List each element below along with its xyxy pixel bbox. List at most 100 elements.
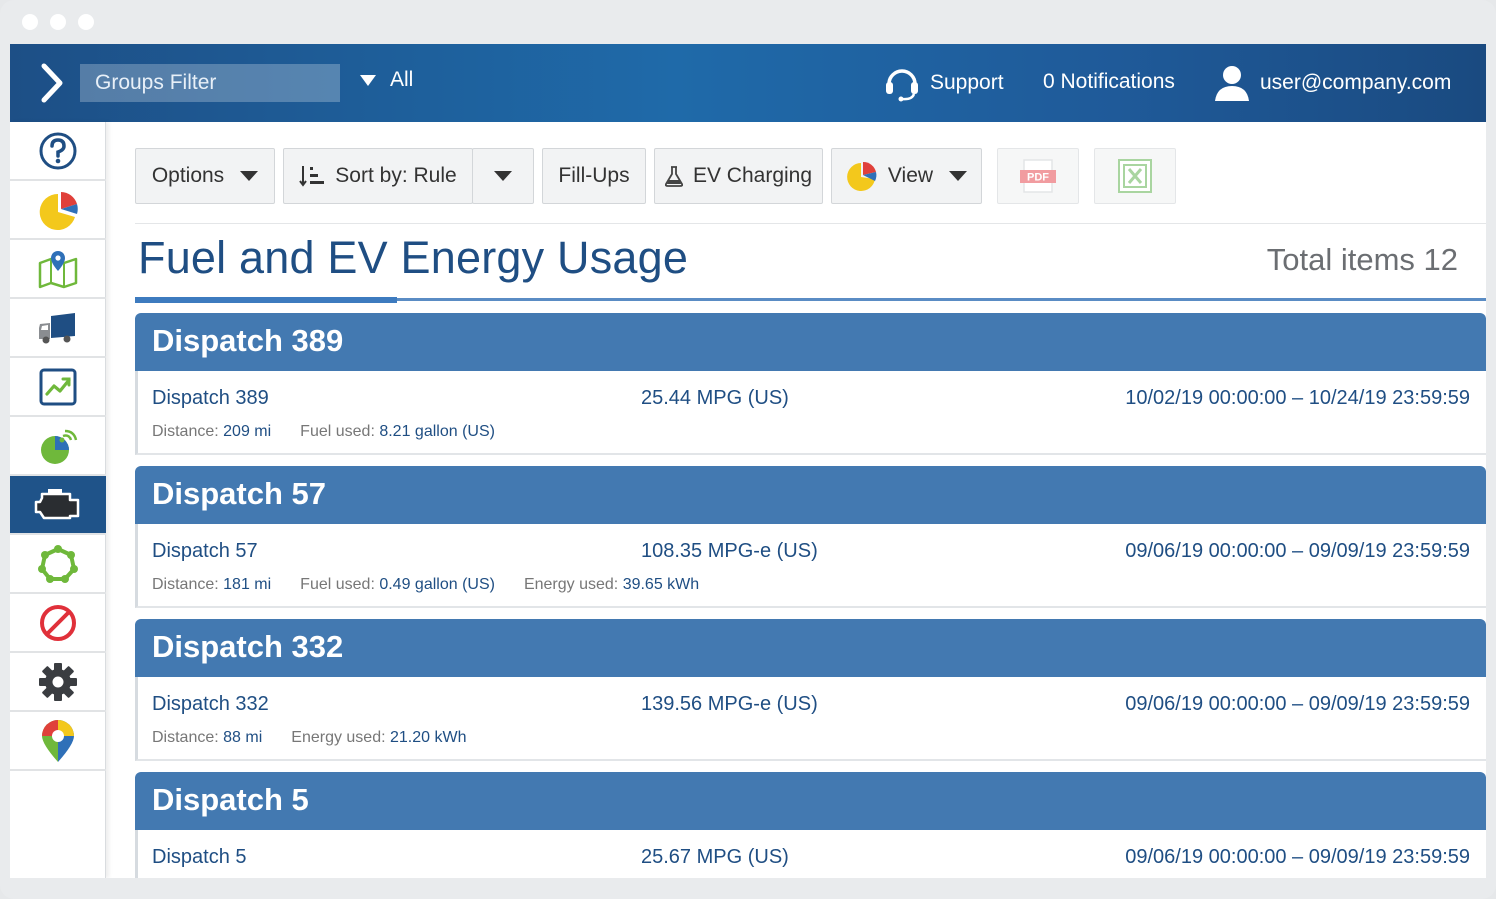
sort-button[interactable]: Sort by: Rule xyxy=(283,148,473,204)
group-header[interactable]: Dispatch 332 xyxy=(135,619,1486,677)
browser-window: All Support 0 Notifications user@comp xyxy=(0,0,1496,899)
window-dot-minimize[interactable] xyxy=(50,14,66,30)
user-email: user@company.com xyxy=(1260,71,1452,94)
total-items: Total items 12 xyxy=(1266,242,1458,277)
sort-label: Sort by: Rule xyxy=(335,164,457,187)
dispatch-group: Dispatch 57 Dispatch 57 108.35 MPG-e (US… xyxy=(135,466,1486,608)
sidebar-item-rules[interactable] xyxy=(10,594,106,653)
table-row[interactable]: Dispatch 5 25.67 MPG (US) 09/06/19 00:00… xyxy=(135,830,1486,878)
options-button[interactable]: Options xyxy=(135,148,275,204)
detail-energy-used: Energy used: 39.65 kWh xyxy=(523,576,700,593)
page-title: Fuel and EV Energy Usage xyxy=(138,232,689,283)
row-economy: 108.35 MPG-e (US) xyxy=(641,540,818,562)
help-icon xyxy=(39,132,77,169)
detail-fuel-used: Fuel used: 8.21 gallon (US) xyxy=(300,423,495,440)
window-controls xyxy=(22,14,94,30)
menu-chevron-icon[interactable] xyxy=(34,62,76,104)
fuel-engine-icon xyxy=(34,488,80,519)
activity-chart-icon xyxy=(39,368,77,405)
flask-icon xyxy=(664,166,683,187)
options-label: Options xyxy=(151,164,225,187)
view-pie-icon xyxy=(847,161,877,191)
sidebar-item-engine[interactable] xyxy=(10,417,106,476)
group-header[interactable]: Dispatch 389 xyxy=(135,313,1486,371)
dispatch-group: Dispatch 332 Dispatch 332 139.56 MPG-e (… xyxy=(135,619,1486,761)
detail-distance: Distance: 181 mi xyxy=(152,576,272,593)
row-vehicle-name[interactable]: Dispatch 5 xyxy=(152,846,247,869)
sidebar-nav xyxy=(10,122,106,878)
user-icon xyxy=(1215,66,1249,101)
row-date-range: 09/06/19 00:00:00 – 09/09/19 23:59:59 xyxy=(1125,540,1470,562)
pdf-file-icon: PDF xyxy=(1020,159,1056,193)
excel-file-icon xyxy=(1118,159,1152,193)
export-pdf-button[interactable]: PDF xyxy=(997,148,1079,204)
support-link[interactable]: Support xyxy=(884,64,1004,102)
dashboard-pie-icon xyxy=(39,191,78,230)
sidebar-item-activity[interactable] xyxy=(10,358,106,417)
map-icon xyxy=(38,250,78,288)
user-menu[interactable]: user@company.com xyxy=(1214,64,1451,102)
fillups-button[interactable]: Fill-Ups xyxy=(542,148,646,204)
sidebar-item-fuel[interactable] xyxy=(10,476,106,535)
table-row[interactable]: Dispatch 332 139.56 MPG-e (US) 09/06/19 … xyxy=(135,677,1486,761)
headset-icon xyxy=(886,69,918,102)
view-label: View xyxy=(887,164,934,187)
pdf-label: PDF xyxy=(1027,172,1049,184)
sidebar-item-vehicles[interactable] xyxy=(10,299,106,358)
window-dot-close[interactable] xyxy=(22,14,38,30)
detail-energy-used: Energy used: 21.20 kWh xyxy=(291,729,467,746)
support-label: Support xyxy=(930,71,1004,94)
export-excel-button[interactable] xyxy=(1094,148,1176,204)
groups-all-dropdown[interactable]: All xyxy=(360,68,413,92)
window-dot-maximize[interactable] xyxy=(78,14,94,30)
top-bar: All Support 0 Notifications user@comp xyxy=(10,44,1486,122)
dispatch-group: Dispatch 389 Dispatch 389 25.44 MPG (US)… xyxy=(135,313,1486,455)
table-row[interactable]: Dispatch 57 108.35 MPG-e (US) 09/06/19 0… xyxy=(135,524,1486,608)
chevron-down-icon xyxy=(360,74,376,86)
sidebar-item-marketplace[interactable] xyxy=(10,712,106,771)
group-header[interactable]: Dispatch 5 xyxy=(135,772,1486,830)
sort-dropdown-button[interactable] xyxy=(472,148,534,204)
settings-gear-icon xyxy=(39,662,77,701)
chevron-down-icon xyxy=(494,171,512,181)
title-underline-accent xyxy=(135,297,397,303)
detail-distance: Distance: 88 mi xyxy=(152,729,263,746)
row-date-range: 09/06/19 00:00:00 – 09/09/19 23:59:59 xyxy=(1125,693,1470,715)
sidebar-item-settings[interactable] xyxy=(10,653,106,712)
view-button[interactable]: View xyxy=(831,148,982,204)
chevron-down-icon xyxy=(949,171,968,181)
sort-icon xyxy=(299,166,325,187)
marketplace-pin-icon xyxy=(42,719,74,762)
toolbar-separator xyxy=(135,223,1486,224)
dispatch-group: Dispatch 5 Dispatch 5 25.67 MPG (US) 09/… xyxy=(135,772,1486,878)
chevron-down-icon xyxy=(240,171,259,181)
table-row[interactable]: Dispatch 389 25.44 MPG (US) 10/02/19 00:… xyxy=(135,371,1486,455)
row-economy: 25.67 MPG (US) xyxy=(641,846,789,868)
row-date-range: 09/06/19 00:00:00 – 09/09/19 23:59:59 xyxy=(1125,846,1470,868)
group-header[interactable]: Dispatch 57 xyxy=(135,466,1486,524)
row-details: Distance: 181 mi Fuel used: 0.49 gallon … xyxy=(152,576,699,594)
row-details: Distance: 88 mi Energy used: 21.20 kWh xyxy=(152,729,466,747)
ev-charging-label: EV Charging xyxy=(692,164,813,187)
row-economy: 25.44 MPG (US) xyxy=(641,387,789,409)
row-vehicle-name[interactable]: Dispatch 389 xyxy=(152,387,269,410)
ev-charging-button[interactable]: EV Charging xyxy=(654,148,823,204)
notifications-link[interactable]: 0 Notifications xyxy=(1043,70,1175,94)
app: All Support 0 Notifications user@comp xyxy=(10,44,1486,878)
engine-data-icon xyxy=(41,429,78,464)
row-economy: 139.56 MPG-e (US) xyxy=(641,693,818,715)
vehicles-truck-icon xyxy=(39,312,75,343)
sidebar-item-map[interactable] xyxy=(10,240,106,299)
sidebar-item-dashboard[interactable] xyxy=(10,181,106,240)
row-vehicle-name[interactable]: Dispatch 57 xyxy=(152,540,258,563)
row-details: Distance: 209 mi Fuel used: 8.21 gallon … xyxy=(152,423,495,441)
zones-icon xyxy=(38,544,78,583)
groups-all-label: All xyxy=(390,68,414,91)
groups-filter-input[interactable] xyxy=(80,64,340,102)
sidebar-item-zones[interactable] xyxy=(10,535,106,594)
row-vehicle-name[interactable]: Dispatch 332 xyxy=(152,693,269,716)
rules-exceptions-icon xyxy=(40,604,76,641)
row-date-range: 10/02/19 00:00:00 – 10/24/19 23:59:59 xyxy=(1125,387,1470,409)
sidebar-item-help[interactable] xyxy=(10,122,106,181)
detail-fuel-used: Fuel used: 0.49 gallon (US) xyxy=(300,576,495,593)
